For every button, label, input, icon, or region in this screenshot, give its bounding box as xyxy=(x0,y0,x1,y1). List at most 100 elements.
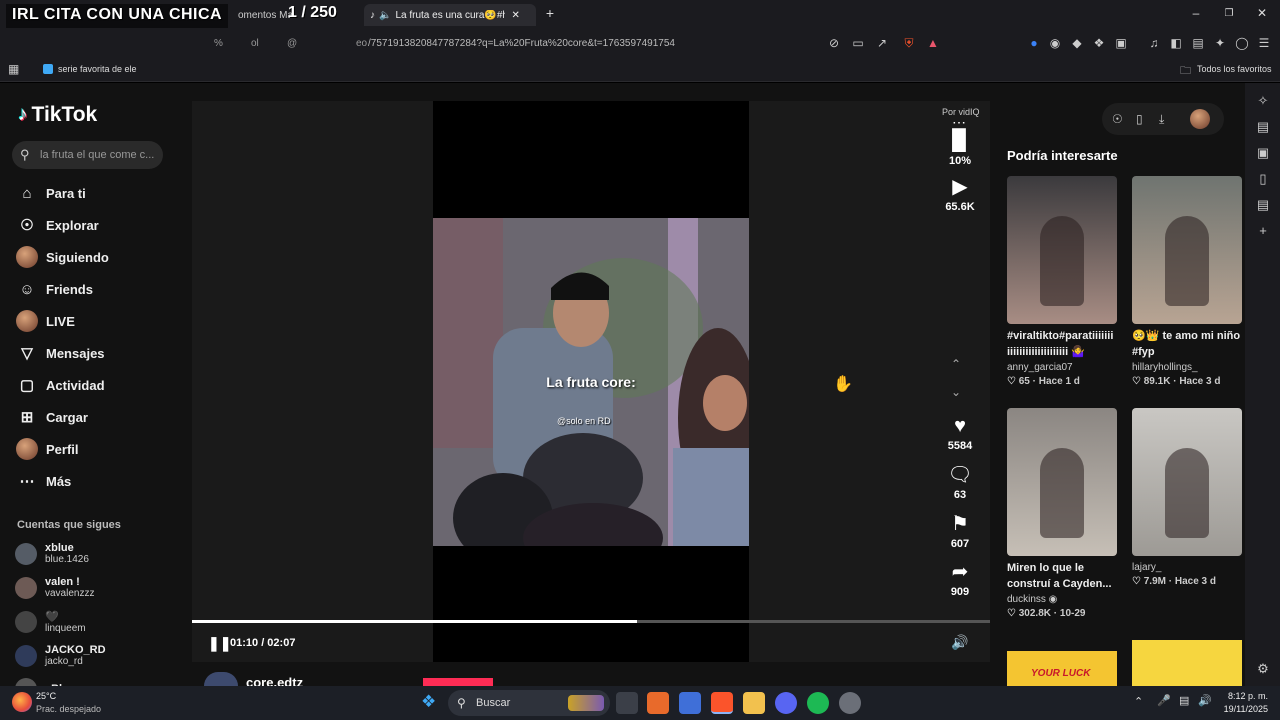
recommendation-thumbnail[interactable] xyxy=(1132,176,1242,324)
bookmark-item[interactable]: serie favorita de ele xyxy=(58,64,137,74)
recommendation-thumbnail[interactable] xyxy=(1132,408,1242,556)
minimize-icon[interactable]: – xyxy=(1186,6,1206,20)
weather-icon[interactable] xyxy=(12,692,32,712)
recommendation-caption[interactable]: 🥺👑 te amo mi niño #fyp xyxy=(1132,328,1242,360)
recommendation-caption[interactable]: Miren lo que le construí a Cayden... xyxy=(1007,560,1117,592)
followed-account[interactable]: JACKO_RD jacko_rd xyxy=(15,644,106,667)
reading-list-icon[interactable]: ▤ xyxy=(1255,197,1271,213)
extension-icon[interactable]: ◆ xyxy=(1069,36,1085,50)
taskbar-search[interactable]: ⚲ Buscar xyxy=(448,690,610,716)
discord-icon[interactable] xyxy=(775,692,797,714)
microphone-icon[interactable]: 🎤 xyxy=(1157,694,1171,707)
nav-item[interactable]: ☉ Explorar xyxy=(16,212,98,238)
add-panel-icon[interactable]: + xyxy=(1255,223,1271,238)
previous-video-icon[interactable]: ⌃ xyxy=(951,357,961,371)
menu-icon[interactable]: ☰ xyxy=(1256,36,1272,50)
avatar[interactable] xyxy=(1190,109,1210,129)
leo-icon[interactable]: ✧ xyxy=(1255,93,1271,109)
recommendation-author[interactable]: duckinss ◉ xyxy=(1007,594,1117,605)
cast-icon[interactable]: ▭ xyxy=(850,36,866,50)
taskbar-date[interactable]: 19/11/2025 xyxy=(1212,704,1268,714)
browser-tab-active[interactable]: ♪ 🔈 La fruta es una cura🥺#humo ✕ xyxy=(364,4,536,26)
nav-item[interactable]: ▢ Actividad xyxy=(16,372,105,398)
taskbar-time[interactable]: 8:12 p. m. xyxy=(1218,691,1268,701)
recommendation-card[interactable]: Miren lo que le construí a Cayden... duck… xyxy=(1007,408,1117,619)
weather-status[interactable]: Prac. despejado xyxy=(36,704,101,714)
wallet-icon[interactable]: ▤ xyxy=(1190,36,1206,50)
recommendation-card[interactable]: lajary_ ♡ 7.9M · Hace 3 d xyxy=(1132,408,1242,587)
close-window-icon[interactable]: ✕ xyxy=(1252,6,1272,20)
followed-account[interactable]: 🖤 linqueem xyxy=(15,610,86,634)
download-icon[interactable]: ⤓ xyxy=(1159,112,1164,127)
pause-icon[interactable]: ❚❚ xyxy=(208,635,231,652)
sidebar-toggle-icon[interactable]: ◧ xyxy=(1168,36,1184,50)
app-icon[interactable] xyxy=(647,692,669,714)
nav-item[interactable]: LIVE xyxy=(16,308,75,334)
nav-item[interactable]: ⌂ Para ti xyxy=(16,180,85,206)
no-tracking-icon[interactable]: ⊘ xyxy=(826,36,842,50)
chevron-up-icon[interactable]: ⌃ xyxy=(1134,695,1143,708)
like-button[interactable]: ♥ 5584 xyxy=(940,415,980,452)
app-icon[interactable] xyxy=(679,692,701,714)
speaker-icon[interactable]: 🔊 xyxy=(1198,694,1212,707)
task-view-icon[interactable] xyxy=(616,692,638,714)
recommendation-card[interactable]: 🥺👑 te amo mi niño #fyp hillaryhollings_ ♡ … xyxy=(1132,176,1242,387)
file-explorer-icon[interactable] xyxy=(743,692,765,714)
recommendation-author[interactable]: hillaryhollings_ xyxy=(1132,362,1242,373)
nav-item[interactable]: ⋯ Más xyxy=(16,468,72,494)
recommendation-thumbnail[interactable] xyxy=(1007,176,1117,324)
followed-account[interactable]: valen ! vavalenzzz xyxy=(15,576,94,599)
nav-item[interactable]: ▽ Mensajes xyxy=(16,340,104,366)
apps-grid-icon[interactable]: ▦ xyxy=(8,62,19,76)
search-input[interactable]: ⚲ la fruta el que come c... xyxy=(12,141,163,169)
share-icon[interactable]: ↗ xyxy=(874,36,890,50)
weather-temp[interactable]: 25°C xyxy=(36,691,56,701)
app-icon[interactable] xyxy=(839,692,861,714)
screenshot-icon[interactable]: ▣ xyxy=(1113,36,1129,50)
next-video-icon[interactable]: ⌄ xyxy=(951,385,961,399)
all-bookmarks-button[interactable]: Todos los favoritos xyxy=(1197,64,1272,74)
puzzle-icon[interactable]: ❖ xyxy=(1091,36,1107,50)
brave-browser-icon[interactable] xyxy=(711,692,733,714)
recommendation-card[interactable]: #viraltikto#paratiiiiiii iiiiiiiiiiiiiii… xyxy=(1007,176,1117,387)
volume-icon[interactable]: 🔊 xyxy=(951,634,968,651)
playlist-icon[interactable]: ▤ xyxy=(1255,119,1271,135)
close-tab-icon[interactable]: ✕ xyxy=(511,10,519,21)
wallet-icon[interactable]: ▣ xyxy=(1255,145,1271,161)
new-tab-icon[interactable]: + xyxy=(540,5,560,21)
extension-icon[interactable]: ● xyxy=(1026,36,1042,50)
vpn-icon[interactable]: ◯ xyxy=(1234,36,1250,50)
comment-button[interactable]: 🗨 63 xyxy=(940,462,980,501)
recommendation-author[interactable]: lajary_ xyxy=(1132,562,1242,573)
nav-item[interactable]: ☺ Friends xyxy=(16,276,93,302)
leo-ai-icon[interactable]: ✦ xyxy=(1212,36,1228,50)
video-content[interactable]: La fruta core: @solo en RD xyxy=(433,218,749,546)
recommendation-author[interactable]: anny_garcia07 xyxy=(1007,362,1117,373)
url-text[interactable]: /7571913820847787284?q=La%20Fruta%20core… xyxy=(368,38,675,49)
spotify-icon[interactable] xyxy=(807,692,829,714)
brave-rewards-icon[interactable]: ▲ xyxy=(925,36,941,50)
followed-account[interactable]: xblue blue.1426 xyxy=(15,542,89,565)
nav-item[interactable]: Perfil xyxy=(16,436,79,462)
tiktok-logo[interactable]: ♪ TikTok xyxy=(18,103,97,127)
maximize-icon[interactable]: ❐ xyxy=(1219,8,1239,19)
share-button[interactable]: ➦ 909 xyxy=(940,559,980,598)
windows-start-icon[interactable]: ❖ xyxy=(421,692,436,712)
settings-icon[interactable]: ⚙ xyxy=(1255,661,1271,677)
nav-item[interactable]: ⊞ Cargar xyxy=(16,404,88,430)
mobile-icon[interactable]: ▯ xyxy=(1136,112,1143,126)
nav-item[interactable]: Siguiendo xyxy=(16,244,109,270)
recommendation-thumbnail[interactable] xyxy=(1007,408,1117,556)
video-progress-bar[interactable] xyxy=(192,620,990,623)
recommendation-thumb-partial[interactable]: YOUR LUCK xyxy=(1007,651,1117,686)
brave-shield-icon[interactable]: ⛨ xyxy=(901,36,917,51)
recommendation-caption[interactable]: #viraltikto#paratiiiiiii iiiiiiiiiiiiiii… xyxy=(1007,328,1117,360)
vidiq-score[interactable]: ▉ 10% xyxy=(940,128,980,167)
extension-icon[interactable]: ◉ xyxy=(1047,36,1063,50)
bookmark-panel-icon[interactable]: ▯ xyxy=(1255,171,1271,187)
music-icon[interactable]: ♫ xyxy=(1146,36,1162,50)
follow-button[interactable] xyxy=(423,678,493,686)
network-icon[interactable]: ▤ xyxy=(1179,694,1189,707)
recommendation-thumb-partial[interactable] xyxy=(1132,640,1242,686)
save-button[interactable]: ⚑ 607 xyxy=(940,511,980,550)
